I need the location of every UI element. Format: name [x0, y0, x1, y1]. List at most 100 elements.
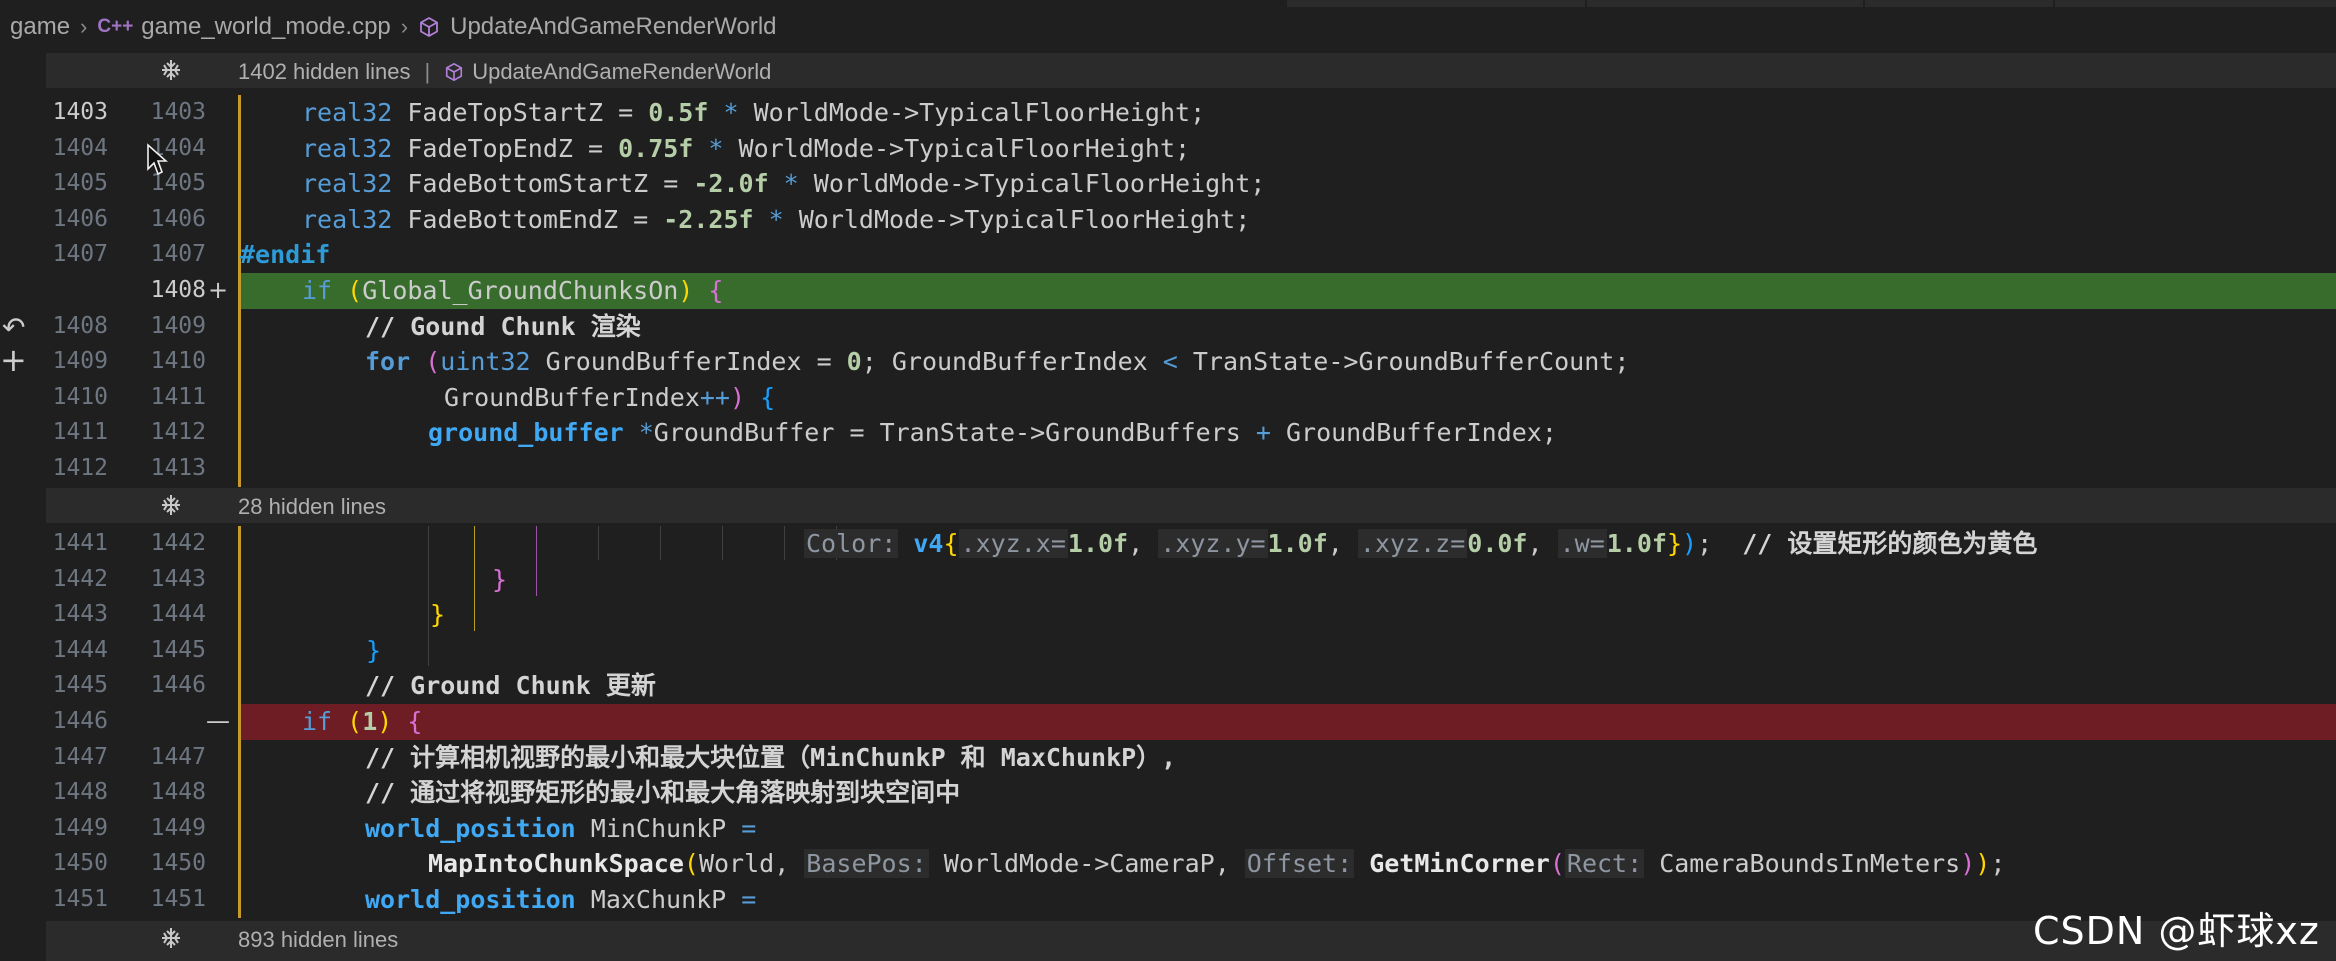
code-line: 1448 1448 // 通过将视野矩形的最小和最大角落映射到块空间中	[46, 775, 2336, 811]
original-line-number: 1449	[52, 814, 108, 841]
original-line-number: 1406	[52, 205, 108, 232]
modified-line-number: 1451	[150, 886, 206, 912]
hidden-lines-label: 893 hidden lines	[238, 927, 399, 952]
code-text: MapIntoChunkSpace(World, BasePos: WorldM…	[428, 849, 2006, 879]
modified-gutter-bar	[238, 632, 241, 669]
original-line-number: 1447	[52, 743, 108, 770]
breadcrumb-file[interactable]: game_world_mode.cpp	[141, 13, 390, 41]
modified-line-number: 1445	[150, 636, 206, 663]
modified-line-number: 1411	[150, 383, 206, 410]
code-text: // 通过将视野矩形的最小和最大角落映射到块空间中	[365, 778, 961, 808]
code-line: 1441 1442 Color: v4{.xyz.x=1.0f, .xyz.y=…	[46, 526, 2336, 562]
code-text: real32 FadeBottomEndZ = -2.25f * WorldMo…	[302, 204, 1251, 234]
modified-line-number: 1410	[150, 348, 206, 375]
modified-line-number: 1409	[150, 312, 206, 339]
code-line: 1450 1450 MapIntoChunkSpace(World, BaseP…	[46, 846, 2336, 882]
unfold-icon[interactable]	[158, 925, 184, 957]
original-line-number: 1405	[52, 170, 108, 197]
original-line-number: 1444	[52, 636, 108, 663]
original-line-number: 1451	[52, 886, 108, 912]
inlay-hint: Color:	[804, 529, 899, 558]
code-line: 1408 1409 // Gound Chunk 渲染	[46, 308, 2336, 345]
code-text: real32 FadeTopEndZ = 0.75f * WorldMode->…	[302, 133, 1191, 163]
modified-gutter-bar	[238, 344, 241, 380]
modified-gutter-bar	[238, 882, 241, 918]
modified-line-number: 1448	[150, 779, 206, 806]
modified-line-number: 1403	[150, 99, 206, 125]
inlay-hint: Offset:	[1244, 849, 1355, 879]
tab-strip-remnant	[1287, 0, 2336, 7]
chevron-right-icon: ›	[400, 13, 409, 39]
stage-change-icon[interactable]: +	[0, 341, 27, 379]
modified-line-number: 1412	[150, 419, 206, 446]
code-text: }	[430, 600, 446, 630]
breadcrumb-folder[interactable]: game	[10, 13, 70, 41]
original-line-number: 1403	[52, 99, 108, 125]
breadcrumb: game › C++ game_world_mode.cpp › UpdateA…	[0, 0, 2336, 53]
modified-line-number: 1406	[150, 205, 206, 232]
modified-gutter-bar	[238, 739, 241, 776]
modified-gutter-bar	[238, 166, 241, 202]
modified-line-number: 1449	[150, 814, 206, 841]
removed-line-highlight	[240, 704, 2336, 740]
inlay-hint: BasePos:	[804, 849, 929, 879]
removed-line: 1446 — if (1) {	[46, 704, 2336, 740]
modified-line-number: 1446	[150, 672, 206, 699]
modified-gutter-bar	[238, 308, 241, 345]
code-line: 1451 1451 world_position MaxChunkP =	[46, 882, 2336, 918]
inlay-hint: .xyz.y=	[1158, 529, 1268, 558]
code-line: 1449 1449 world_position MinChunkP =	[46, 810, 2336, 847]
modified-line-number: 1442	[150, 530, 206, 556]
code-text: if (Global_GroundChunksOn) {	[302, 276, 724, 305]
modified-gutter-bar	[238, 415, 241, 451]
original-line-number: 1404	[52, 134, 108, 161]
unfold-icon[interactable]	[158, 57, 184, 89]
code-line: 1447 1447 // 计算相机视野的最小和最大块位置（MinChunkP 和…	[46, 739, 2336, 776]
hidden-lines-fold[interactable]: 893 hidden lines	[46, 921, 2336, 961]
cpp-file-icon: C++	[97, 15, 134, 37]
hidden-lines-fold[interactable]: 28 hidden lines	[46, 488, 2336, 523]
modified-gutter-bar	[238, 379, 241, 416]
code-line: 1410 1411 GroundBufferIndex++) {	[46, 379, 2336, 416]
code-line: 1445 1446 // Ground Chunk 更新	[46, 668, 2336, 704]
chevron-right-icon: ›	[80, 13, 88, 39]
code-text: #endif	[240, 240, 331, 270]
revert-change-icon[interactable]: ↶	[2, 311, 25, 344]
original-line-number: 1412	[52, 455, 108, 481]
code-line: 1411 1412 ground_buffer *GroundBuffer = …	[46, 415, 2336, 451]
code-line: 1442 1443 }	[46, 561, 2336, 598]
code-text: GroundBufferIndex++) {	[444, 382, 776, 412]
code-line: 1444 1445 }	[46, 632, 2336, 669]
code-text: real32 FadeBottomStartZ = -2.0f * WorldM…	[302, 169, 1266, 199]
inlay-hint: .xyz.x=	[958, 529, 1068, 558]
modified-gutter-bar	[238, 846, 241, 882]
modified-gutter-bar	[238, 201, 241, 238]
watermark: CSDN @虾球xz	[2033, 909, 2320, 953]
modified-line-number: 1443	[150, 565, 206, 592]
code-text: Color: v4{.xyz.x=1.0f, .xyz.y=1.0f, .xyz…	[804, 529, 2038, 558]
removed-marker: —	[206, 707, 230, 735]
modified-gutter-bar	[238, 704, 241, 740]
modified-gutter-bar	[238, 561, 241, 598]
hidden-lines-fold[interactable]: 1402 hidden lines | UpdateAndGameRenderWor…	[46, 53, 2336, 88]
code-text: // Ground Chunk 更新	[365, 671, 656, 701]
modified-gutter-bar	[238, 451, 241, 487]
code-text: world_position MaxChunkP =	[365, 885, 757, 914]
original-line-number: 1408	[52, 312, 108, 339]
method-cube-icon	[418, 16, 440, 38]
breadcrumb-symbol[interactable]: UpdateAndGameRenderWorld	[450, 13, 776, 41]
code-line: 1406 1406 real32 FadeBottomEndZ = -2.25f…	[46, 201, 2336, 238]
code-line: 1403 1403 real32 FadeTopStartZ = 0.5f * …	[46, 95, 2336, 131]
code-text: real32 FadeTopStartZ = 0.5f * WorldMode-…	[302, 98, 1206, 127]
diff-editor[interactable]: 1402 hidden lines | UpdateAndGameRenderWor…	[46, 53, 2336, 961]
modified-gutter-bar	[238, 130, 241, 167]
original-line-number: 1410	[52, 383, 108, 410]
added-marker: +	[208, 276, 229, 304]
unfold-icon[interactable]	[158, 492, 184, 524]
code-text: for (uint32 GroundBufferIndex = 0; Groun…	[365, 347, 1630, 377]
original-line-number: 1407	[52, 241, 108, 268]
modified-line-number: 1408	[150, 277, 206, 303]
original-line-number: 1450	[52, 850, 108, 877]
mouse-pointer-icon	[147, 143, 168, 176]
code-text: // 计算相机视野的最小和最大块位置（MinChunkP 和 MaxChunkP…	[365, 742, 1177, 772]
